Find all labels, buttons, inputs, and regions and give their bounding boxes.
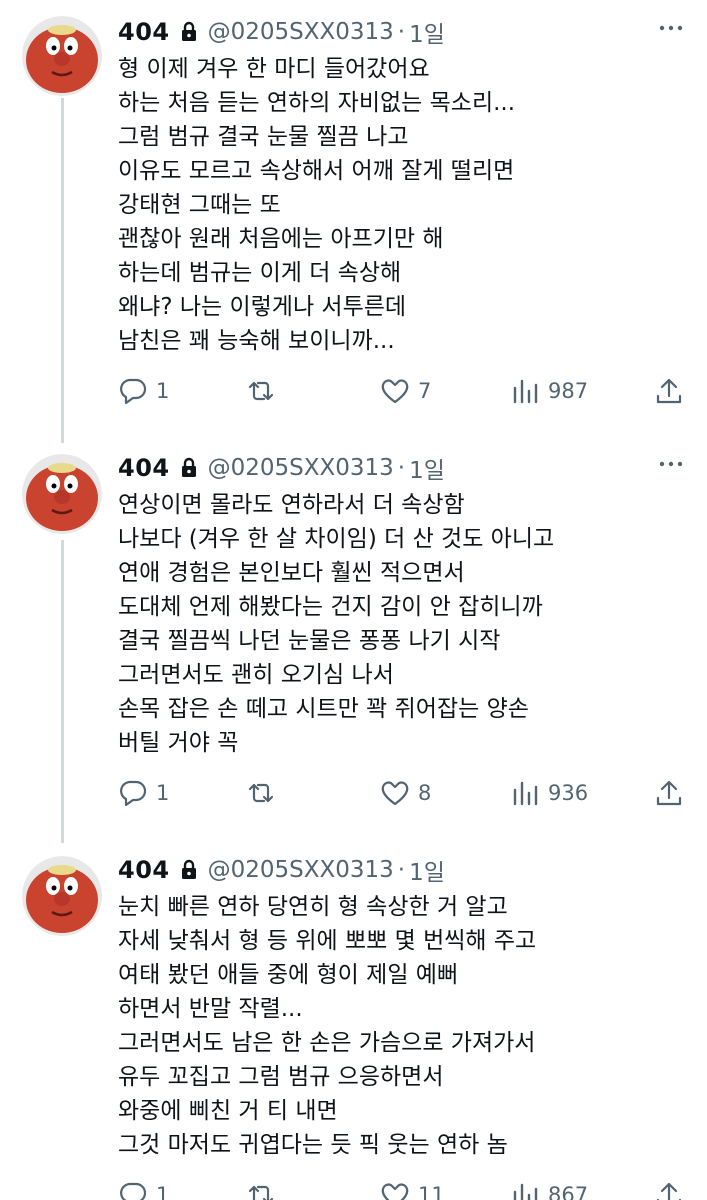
tweet-text-line: 도대체 언제 해봤다는 건지 감이 안 잡히니까 xyxy=(118,594,543,620)
like-button[interactable]: 8 xyxy=(380,776,431,810)
separator-dot: · xyxy=(397,19,406,45)
tweet-text-line: 괜찮아 원래 처음에는 아프기만 해 xyxy=(118,226,444,252)
avatar[interactable] xyxy=(22,856,102,936)
reply-count: 1 xyxy=(156,781,170,805)
reply-count: 1 xyxy=(156,1183,170,1200)
tweet-text-line: 남친은 꽤 능숙해 보이니까... xyxy=(118,328,395,354)
retweet-icon xyxy=(248,1185,274,1200)
timestamp[interactable]: 1일 xyxy=(409,451,445,485)
views-icon xyxy=(513,1183,538,1200)
tweet-text-line: 여태 봤던 애들 중에 형이 제일 예뻐 xyxy=(118,962,459,988)
share-button[interactable] xyxy=(654,374,684,408)
tweet-text-line: 버틸 거야 꼭 xyxy=(118,730,239,756)
lock-icon xyxy=(181,859,196,879)
like-count: 7 xyxy=(418,379,432,403)
timestamp[interactable]: 1일 xyxy=(409,853,445,887)
retweet-button[interactable] xyxy=(246,374,284,408)
retweet-icon xyxy=(248,783,274,803)
share-icon xyxy=(656,378,682,404)
share-icon xyxy=(656,1182,682,1200)
action-bar: 1 8 936 xyxy=(118,776,688,810)
action-bar: 1 11 867 xyxy=(118,1178,688,1200)
tweet-text-line: 이유도 모르고 속상해서 어깨 잘게 떨리면 xyxy=(118,158,515,184)
like-button[interactable]: 7 xyxy=(380,374,431,408)
tweet-text-line: 강태현 그때는 또 xyxy=(118,192,281,218)
avatar-image xyxy=(22,856,102,936)
like-count: 11 xyxy=(418,1183,445,1200)
more-icon[interactable] xyxy=(657,18,685,38)
view-count: 867 xyxy=(548,1183,589,1200)
tweet-text-line: 유두 꼬집고 그럼 범규 으응하면서 xyxy=(118,1064,444,1090)
user-handle[interactable]: @0205SXX0313 xyxy=(208,857,394,883)
display-name[interactable]: 404 xyxy=(118,454,170,482)
avatar-image xyxy=(22,16,102,96)
tweet-text-line: 그러면서도 남은 한 손은 가슴으로 가져가서 xyxy=(118,1030,536,1056)
tweet-text: 눈치 빠른 연하 당연히 형 속상한 거 알고 자세 낮춰서 형 등 위에 뽀뽀… xyxy=(118,890,678,1162)
avatar-image xyxy=(22,454,102,534)
tweet[interactable]: 404 @0205SXX0313 · 1일 형 이제 겨우 한 마디 들어갔어요… xyxy=(0,14,707,414)
lock-icon xyxy=(181,457,196,477)
tweet-text-line: 나보다 (겨우 한 살 차이임) 더 산 것도 아니고 xyxy=(118,526,555,552)
user-handle[interactable]: @0205SXX0313 xyxy=(208,19,394,45)
tweet-text-line: 형 이제 겨우 한 마디 들어갔어요 xyxy=(118,56,430,82)
user-handle[interactable]: @0205SXX0313 xyxy=(208,455,394,481)
avatar[interactable] xyxy=(22,16,102,96)
views-icon xyxy=(513,781,538,806)
separator-dot: · xyxy=(397,455,406,481)
view-count: 987 xyxy=(548,379,589,403)
share-button[interactable] xyxy=(654,1178,684,1200)
tweet[interactable]: 404 @0205SXX0313 · 1일 연상이면 몰라도 연하라서 더 속상… xyxy=(0,450,707,830)
retweet-button[interactable] xyxy=(246,776,284,810)
tweet-text-line: 연애 경험은 본인보다 훨씬 적으면서 xyxy=(118,560,465,586)
tweet-text-line: 자세 낮춰서 형 등 위에 뽀뽀 몇 번씩해 주고 xyxy=(118,928,537,954)
tweet-text-line: 연상이면 몰라도 연하라서 더 속상함 xyxy=(118,492,465,518)
reply-icon xyxy=(120,378,147,405)
reply-button[interactable]: 1 xyxy=(118,1178,169,1200)
tweet-text-line: 하는데 범규는 이게 더 속상해 xyxy=(118,260,402,286)
retweet-icon xyxy=(248,381,274,401)
retweet-button[interactable] xyxy=(246,1178,284,1200)
like-button[interactable]: 11 xyxy=(380,1178,445,1200)
more-icon[interactable] xyxy=(657,454,685,474)
tweet-text: 연상이면 몰라도 연하라서 더 속상함 나보다 (겨우 한 살 차이임) 더 산… xyxy=(118,488,678,760)
display-name[interactable]: 404 xyxy=(118,856,170,884)
lock-icon xyxy=(181,21,196,41)
heart-icon xyxy=(381,781,409,806)
reply-count: 1 xyxy=(156,379,170,403)
reply-icon xyxy=(120,780,147,807)
share-icon xyxy=(656,780,682,806)
tweet-text-line: 결국 찔끔씩 나던 눈물은 퐁퐁 나기 시작 xyxy=(118,628,501,654)
timestamp[interactable]: 1일 xyxy=(409,15,445,49)
tweet-text-line: 왜냐? 나는 이렇게나 서투른데 xyxy=(118,294,407,320)
views-button[interactable]: 936 xyxy=(510,776,588,810)
separator-dot: · xyxy=(397,857,406,883)
avatar[interactable] xyxy=(22,454,102,534)
tweet-text-line: 와중에 삐친 거 티 내면 xyxy=(118,1098,338,1124)
share-button[interactable] xyxy=(654,776,684,810)
tweet-text: 형 이제 겨우 한 마디 들어갔어요 하는 처음 듣는 연하의 자비없는 목소리… xyxy=(118,52,678,358)
views-icon xyxy=(513,379,538,404)
views-button[interactable]: 987 xyxy=(510,374,588,408)
tweet-text-line: 하는 처음 듣는 연하의 자비없는 목소리... xyxy=(118,90,516,116)
like-count: 8 xyxy=(418,781,432,805)
reply-button[interactable]: 1 xyxy=(118,374,169,408)
tweet-text-line: 하면서 반말 작렬... xyxy=(118,996,303,1022)
tweet-text-line: 그럼 범규 결국 눈물 찔끔 나고 xyxy=(118,124,409,150)
heart-icon xyxy=(381,379,409,404)
reply-button[interactable]: 1 xyxy=(118,776,169,810)
tweet-text-line: 그러면서도 괜히 오기심 나서 xyxy=(118,662,394,688)
tweet-text-line: 눈치 빠른 연하 당연히 형 속상한 거 알고 xyxy=(118,894,508,920)
action-bar: 1 7 987 xyxy=(118,374,688,408)
tweet-text-line: 손목 잡은 손 떼고 시트만 꽉 쥐어잡는 양손 xyxy=(118,696,529,722)
display-name[interactable]: 404 xyxy=(118,18,170,46)
tweet[interactable]: 404 @0205SXX0313 · 1일 눈치 빠른 연하 당연히 형 속상한… xyxy=(0,852,707,1200)
view-count: 936 xyxy=(548,781,589,805)
reply-icon xyxy=(120,1182,147,1200)
heart-icon xyxy=(381,1183,409,1200)
views-button[interactable]: 867 xyxy=(510,1178,588,1200)
tweet-text-line: 그것 마저도 귀엽다는 듯 픽 웃는 연하 놈 xyxy=(118,1132,508,1158)
